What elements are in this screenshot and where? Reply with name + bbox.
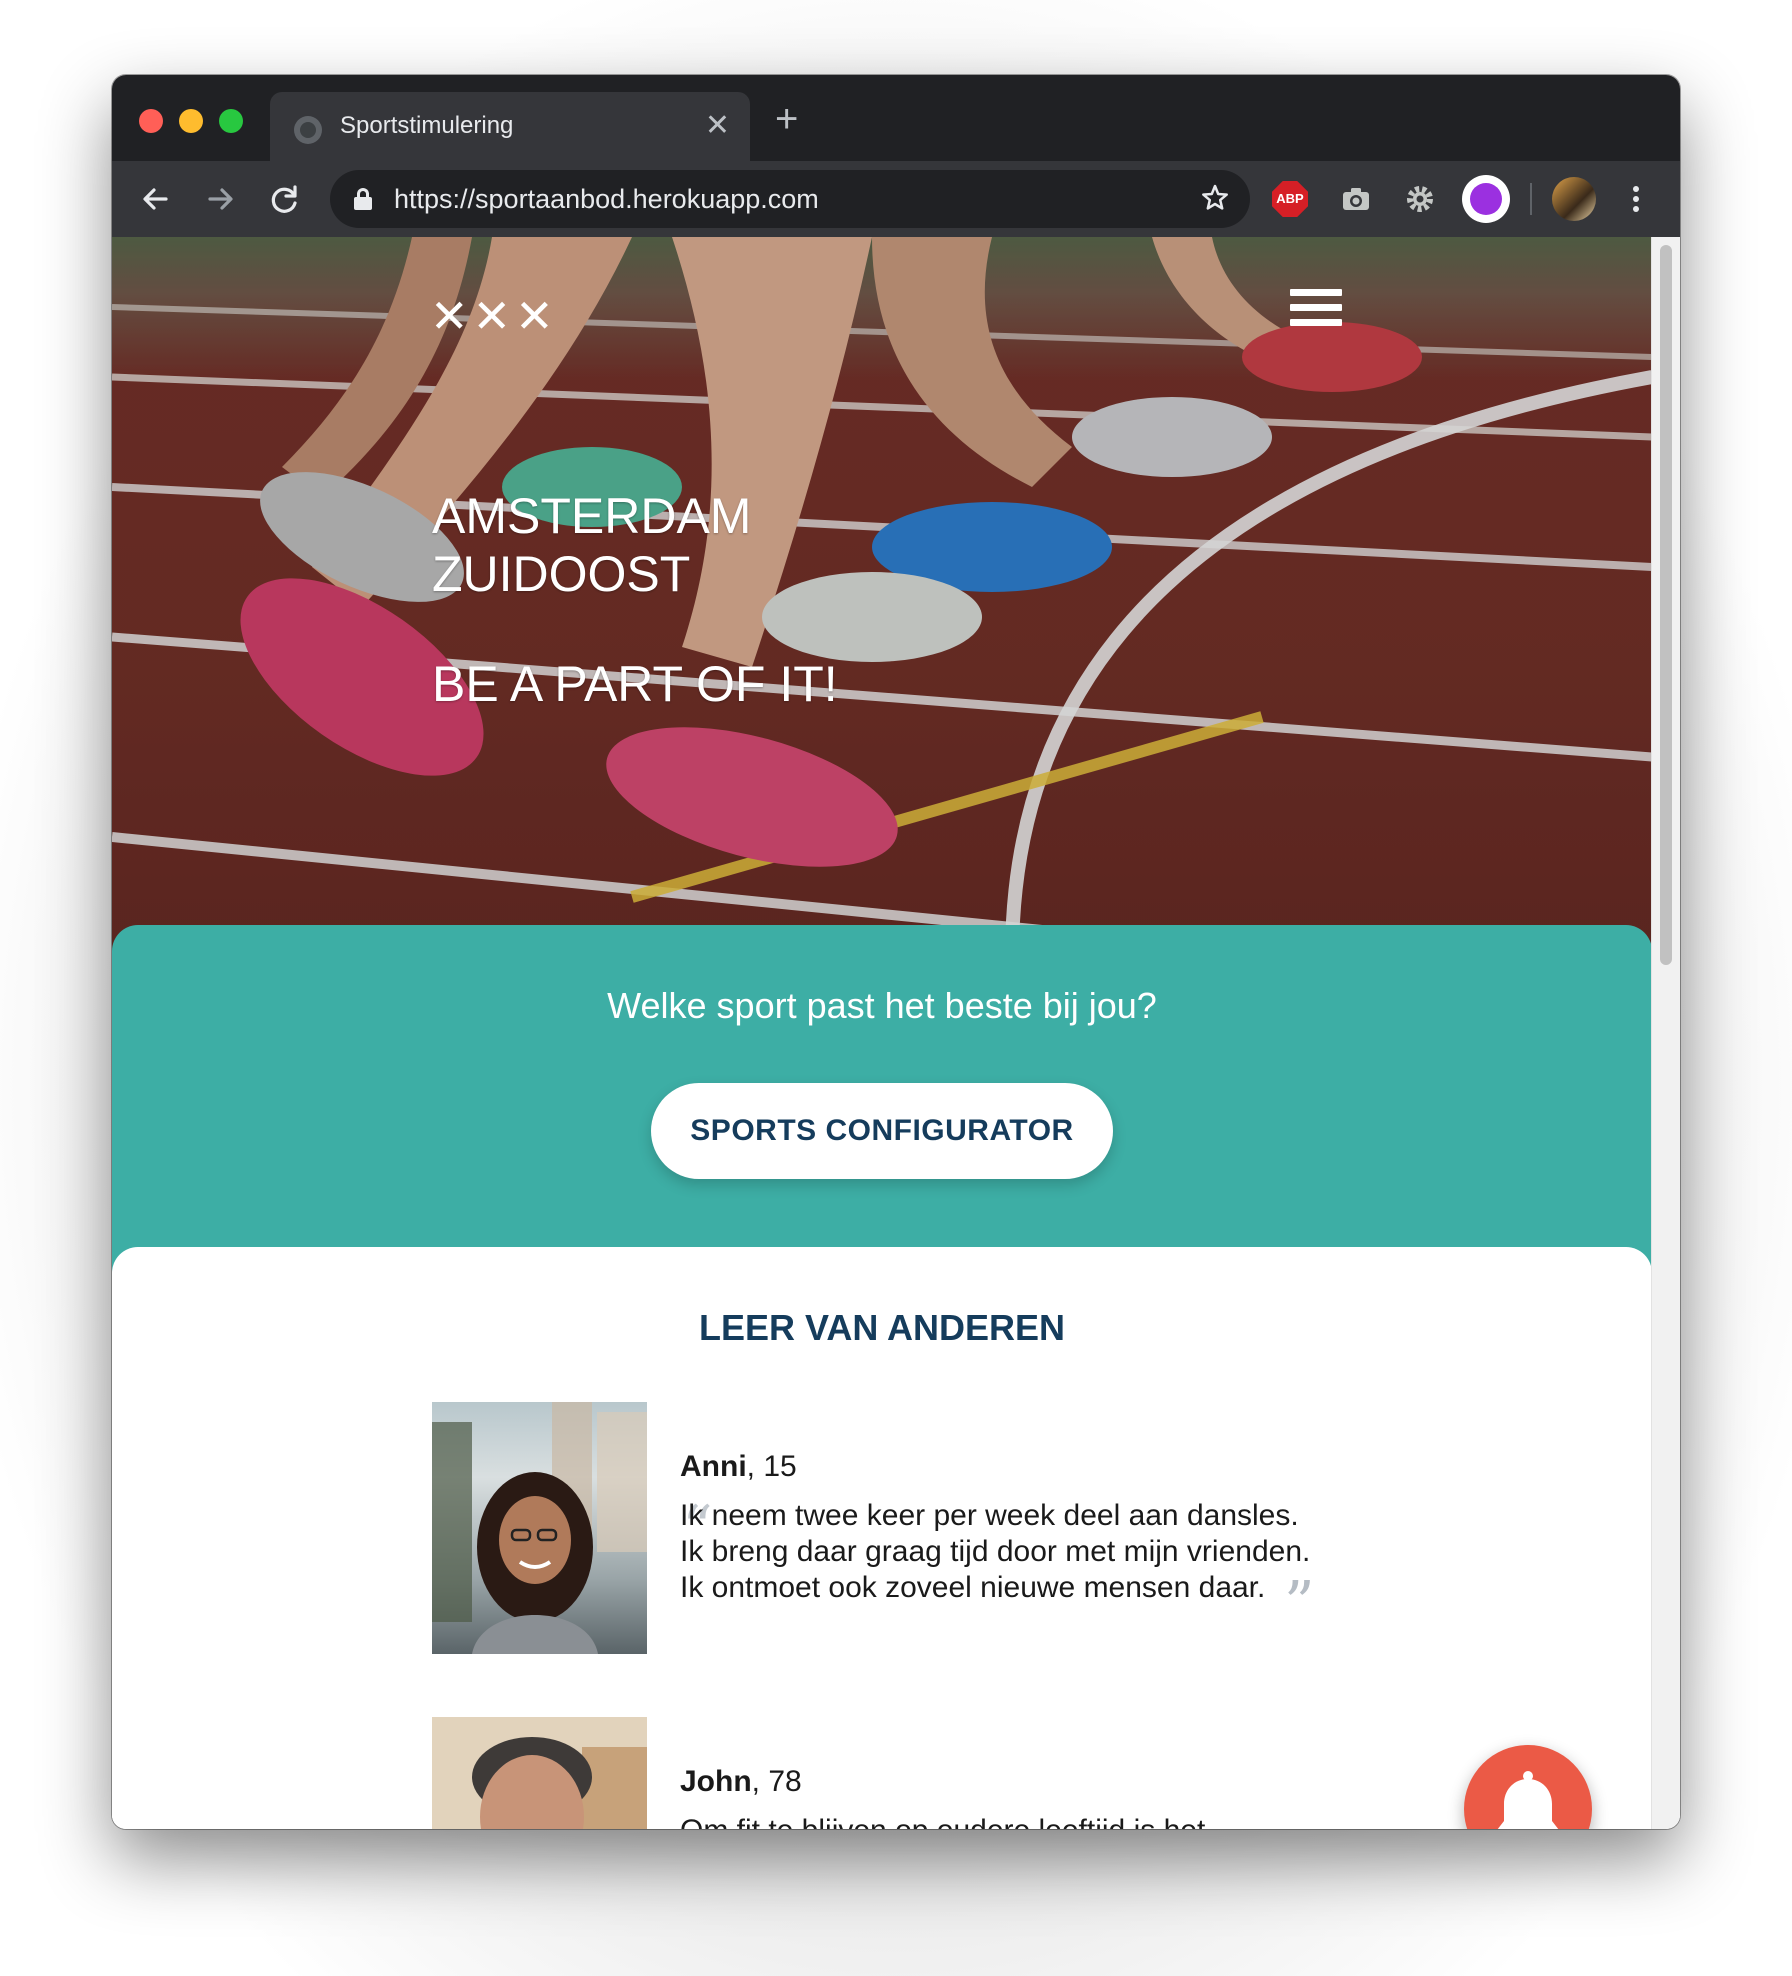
reload-icon[interactable] [260, 175, 308, 223]
configurator-question: Welke sport past het beste bij jou? [607, 985, 1157, 1026]
hero-title-line2: ZUIDOOST [432, 546, 691, 602]
tab-title: Sportstimulering [340, 112, 514, 139]
hero-tagline: BE A PART OF IT! [432, 656, 838, 712]
extension-purple-icon[interactable] [1462, 175, 1510, 223]
testimonial-person: John [680, 1765, 752, 1798]
testimonial-card: John, 78 Om fit te blijven op oudere lee… [432, 1717, 1332, 1829]
avatar-photo [432, 1402, 647, 1654]
close-quote-icon: ” [1284, 1569, 1315, 1639]
bell-icon [1497, 1771, 1559, 1829]
tab-close-icon[interactable]: ✕ [705, 106, 730, 146]
testimonial-name: John, 78 [680, 1765, 802, 1799]
scrollbar-thumb[interactable] [1660, 245, 1672, 965]
maximize-window-button[interactable] [219, 109, 243, 133]
hero-title-line1: AMSTERDAM [432, 488, 752, 544]
minimize-window-button[interactable] [179, 109, 203, 133]
sports-configurator-button[interactable]: SPORTS CONFIGURATOR [651, 1083, 1113, 1179]
testimonial-person: Anni [680, 1450, 747, 1483]
profile-avatar[interactable] [1552, 177, 1596, 221]
lock-icon[interactable] [354, 188, 372, 210]
site-logo[interactable]: ✕✕✕ [430, 289, 558, 343]
more-menu-icon[interactable] [1626, 179, 1646, 219]
hero-title: AMSTERDAM ZUIDOOST [432, 487, 751, 603]
camera-icon[interactable] [1336, 179, 1376, 219]
page-viewport: ✕✕✕ AMSTERDAM ZUIDOOST BE A PART OF IT! … [112, 237, 1680, 1829]
testimonial-quote: Ik neem twee keer per week deel aan dans… [680, 1499, 1311, 1604]
back-arrow-icon[interactable] [132, 175, 180, 223]
new-tab-button[interactable]: + [775, 99, 798, 139]
testimonial-card: Anni, 15 “ Ik neem twee keer per week de… [432, 1402, 1332, 1662]
page-scrollbar[interactable] [1651, 237, 1680, 1829]
running-track-image [112, 237, 1652, 957]
hero-banner: ✕✕✕ AMSTERDAM ZUIDOOST BE A PART OF IT! [112, 237, 1652, 957]
section-title: LEER VAN ANDEREN [698, 1307, 1066, 1348]
gear-icon[interactable] [1400, 179, 1440, 219]
tab-sportstimulering[interactable]: Sportstimulering ✕ [270, 92, 750, 161]
hamburger-menu-icon[interactable] [1290, 289, 1342, 335]
tab-strip: Sportstimulering ✕ + [112, 75, 1680, 161]
close-window-button[interactable] [139, 109, 163, 133]
avatar-photo [432, 1717, 647, 1829]
toolbar-divider [1530, 183, 1532, 215]
globe-icon [294, 116, 322, 144]
browser-toolbar: https://sportaanbod.herokuapp.com ABP [112, 161, 1680, 237]
notification-button[interactable] [1464, 1745, 1592, 1829]
forward-arrow-icon[interactable] [196, 175, 244, 223]
adblock-icon[interactable]: ABP [1272, 181, 1308, 217]
testimonial-age: , 15 [746, 1450, 797, 1483]
testimonials-section: LEER VAN ANDEREN Anni, 15 “ Ik neem twee… [112, 1247, 1652, 1829]
testimonial-name: Anni, 15 [680, 1450, 797, 1484]
testimonial-age: , 78 [751, 1765, 802, 1798]
browser-window: Sportstimulering ✕ + https://sportaanbod… [112, 75, 1680, 1829]
bookmark-star-icon[interactable] [1198, 178, 1232, 230]
testimonial-quote: Om fit te blijven op oudere leeftijd is … [680, 1813, 1320, 1829]
url-text[interactable]: https://sportaanbod.herokuapp.com [394, 184, 819, 215]
address-bar[interactable]: https://sportaanbod.herokuapp.com [330, 170, 1250, 228]
